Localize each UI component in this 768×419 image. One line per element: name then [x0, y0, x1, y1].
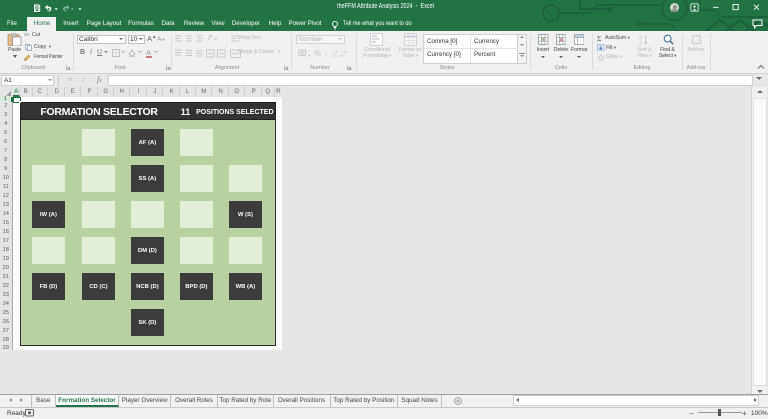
svg-text:.00: .00	[339, 53, 345, 58]
svg-text:Z: Z	[639, 41, 642, 46]
svg-text:,: ,	[325, 48, 327, 57]
svg-text:.00: .00	[331, 53, 337, 58]
svg-text:%: %	[314, 49, 321, 58]
